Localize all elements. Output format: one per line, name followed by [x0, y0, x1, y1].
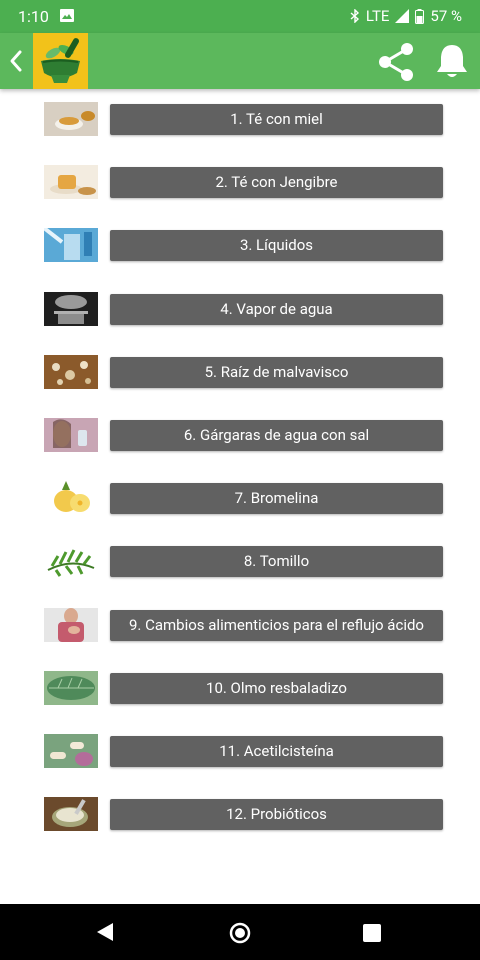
list-item[interactable]: 12. Probióticos: [0, 784, 480, 847]
remedy-button[interactable]: 4. Vapor de agua: [110, 294, 443, 325]
yogurt-bowl-photo: [44, 797, 98, 831]
battery-icon: [415, 8, 425, 24]
list-item[interactable]: 10. Olmo resbaladizo: [0, 658, 480, 721]
app-bar: [0, 33, 480, 89]
bell-icon[interactable]: [432, 41, 472, 81]
water-glass-photo: [44, 228, 98, 262]
remedy-button[interactable]: 6. Gárgaras de agua con sal: [110, 420, 443, 451]
thyme-sprig-photo: [44, 544, 98, 578]
list-item[interactable]: 7. Bromelina: [0, 468, 480, 531]
nav-recents-icon[interactable]: [363, 924, 381, 942]
remedy-button[interactable]: 2. Té con Jengibre: [110, 167, 443, 198]
bluetooth-icon: [350, 9, 359, 23]
woman-gargling-photo: [44, 418, 98, 452]
battery-percent: 57 %: [430, 7, 462, 25]
elm-leaf-photo: [44, 671, 98, 705]
network-type: LTE: [365, 7, 390, 25]
status-time: 1:10: [18, 7, 49, 26]
nav-back-icon[interactable]: [95, 922, 115, 942]
remedy-button[interactable]: 11. Acetilcisteína: [110, 736, 443, 767]
list-item[interactable]: 9. Cambios alimenticios para el reflujo …: [0, 595, 480, 658]
marshmallow-root-photo: [44, 355, 98, 389]
remedy-button[interactable]: 7. Bromelina: [110, 483, 443, 514]
mortar-pestle-leaves-logo: [33, 33, 88, 89]
nav-home-icon[interactable]: [229, 922, 251, 944]
list-item[interactable]: 4. Vapor de agua: [0, 279, 480, 342]
system-navigation-bar: [0, 904, 480, 960]
list-item[interactable]: 2. Té con Jengibre: [0, 152, 480, 215]
chevron-left-icon[interactable]: [6, 49, 26, 73]
steaming-pot-photo: [44, 292, 98, 326]
list-item[interactable]: 8. Tomillo: [0, 531, 480, 594]
remedy-button[interactable]: 9. Cambios alimenticios para el reflujo …: [110, 610, 443, 641]
list-item[interactable]: 5. Raíz de malvavisco: [0, 342, 480, 405]
pineapple-photo: [44, 481, 98, 515]
list-item[interactable]: 1. Té con miel: [0, 89, 480, 152]
remedy-button[interactable]: 5. Raíz de malvavisco: [110, 357, 443, 388]
app-logo: [33, 33, 88, 89]
ginger-tea-photo: [44, 165, 98, 199]
remedy-button[interactable]: 8. Tomillo: [110, 546, 443, 577]
remedy-button[interactable]: 1. Té con miel: [110, 104, 443, 135]
honey-tea-photo: [44, 102, 98, 136]
share-icon[interactable]: [374, 40, 418, 84]
capsules-photo: [44, 734, 98, 768]
signal-icon: [395, 9, 410, 23]
list-item[interactable]: 3. Líquidos: [0, 215, 480, 278]
remedy-button[interactable]: 12. Probióticos: [110, 799, 443, 830]
remedy-button[interactable]: 10. Olmo resbaladizo: [110, 673, 443, 704]
remedy-button[interactable]: 3. Líquidos: [110, 230, 443, 261]
gallery-notification-icon: [60, 9, 74, 22]
woman-heartburn-photo: [44, 608, 98, 642]
list-item[interactable]: 11. Acetilcisteína: [0, 721, 480, 784]
list-item[interactable]: 6. Gárgaras de agua con sal: [0, 405, 480, 468]
status-bar: 1:10 LTE 57 %: [0, 0, 480, 33]
